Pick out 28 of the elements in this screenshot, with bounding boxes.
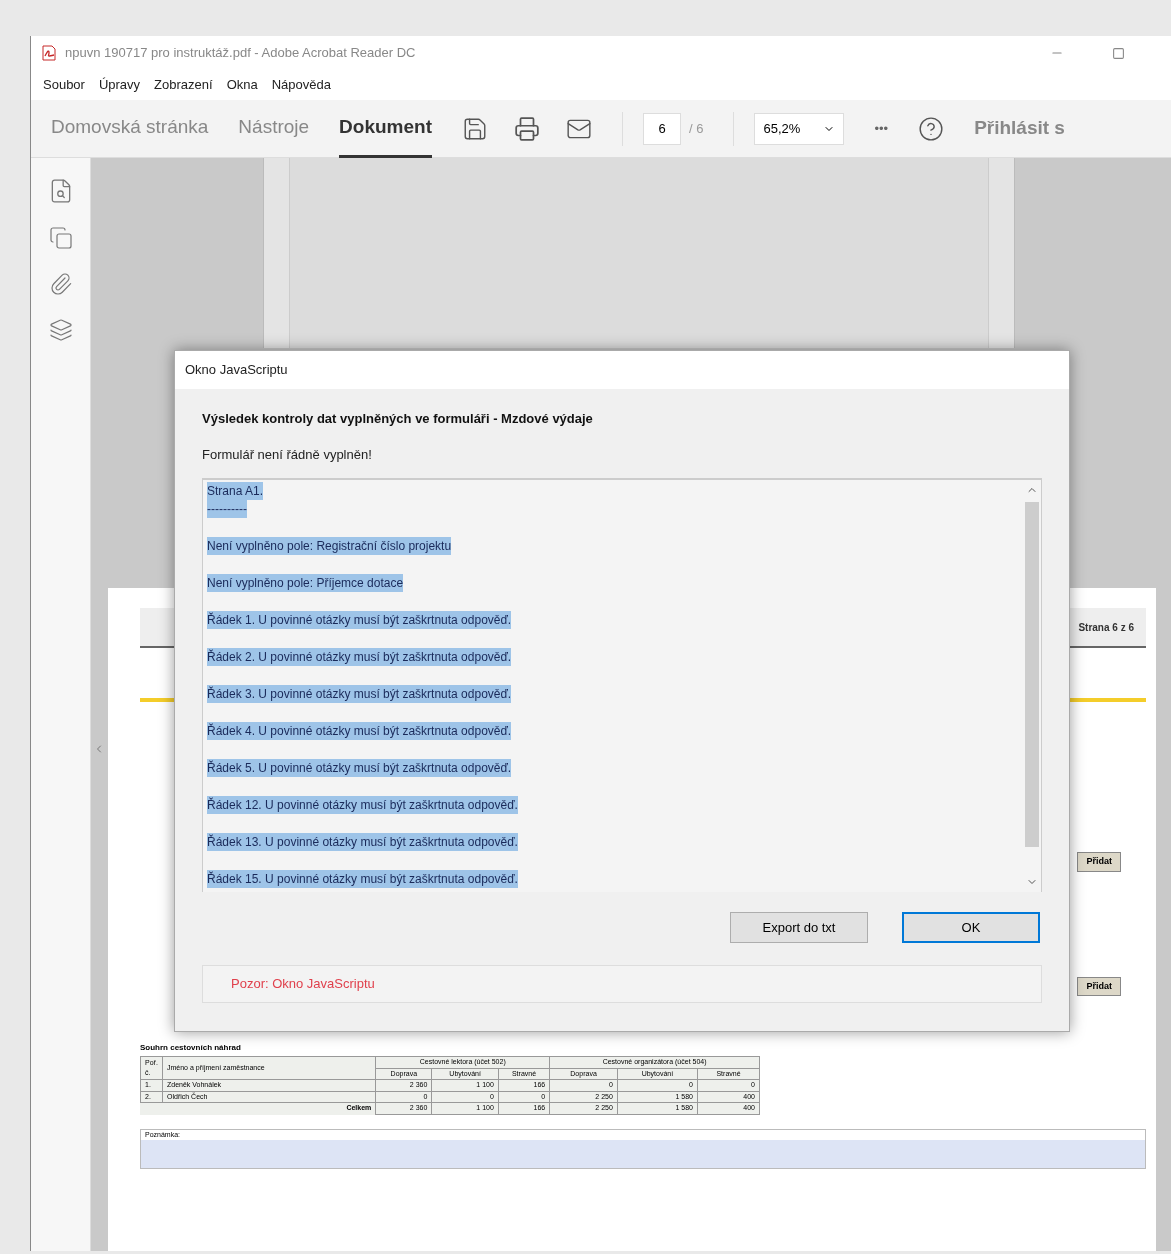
warning-text: Pozor: Okno JavaScriptu [231,975,375,994]
menu-item[interactable]: Zobrazení [154,75,213,95]
dialog-title: Okno JavaScriptu [185,361,288,380]
menu-item[interactable]: Nápověda [271,75,331,95]
dialog-button[interactable]: Export do txt [730,912,868,943]
menu-item[interactable]: Okna [226,75,258,95]
layers-icon[interactable] [48,318,73,342]
dialog-heading: Výsledek kontroly dat vyplněných ve formuláři - Mzdové výdaje [202,410,594,428]
attachment-icon[interactable] [48,272,73,296]
help-icon[interactable] [918,115,945,142]
window-title: npuvn 190717 pro instruktáž.pdf - Adobe Acrobat Reader DC [65,44,416,63]
page-number-field[interactable]: 6 [643,112,681,145]
pdf-file-icon [41,45,57,61]
dialog-message: Formulář není řádně vyplněn! [202,445,373,464]
maximize-icon[interactable] [1112,46,1125,60]
zoom-field[interactable]: 65,2% [754,112,845,145]
page-label: Strana 6 z 6 [1078,620,1134,635]
table-title: Souhrn cestovních náhrad [140,1042,242,1054]
pages-icon[interactable] [48,226,73,250]
add-button[interactable]: Přidat [1077,852,1121,872]
more-button[interactable]: ••• [874,118,889,139]
menu-item[interactable]: Soubor [43,75,85,95]
result-text-area[interactable] [202,478,1042,892]
page-count: / 6 [689,119,704,138]
print-icon[interactable] [514,115,540,142]
menu-item[interactable]: Úpravy [98,75,141,95]
dialog-button[interactable]: OK [902,912,1040,943]
add-button[interactable]: Přidat [1077,976,1121,996]
